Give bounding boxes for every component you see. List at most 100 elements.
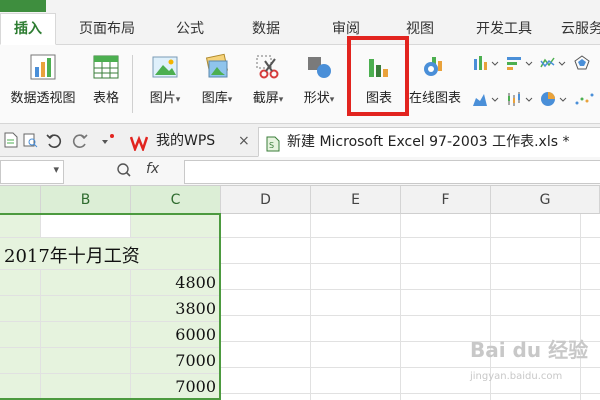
tab-my-wps[interactable]: 我的WPS × bbox=[124, 127, 256, 155]
tab-formulas[interactable]: 公式 bbox=[160, 14, 220, 44]
close-icon[interactable]: × bbox=[238, 127, 250, 155]
chevron-down-icon: ▾ bbox=[175, 95, 181, 105]
cell[interactable] bbox=[0, 214, 41, 238]
cell[interactable] bbox=[0, 296, 41, 322]
tab-review[interactable]: 审阅 bbox=[316, 14, 376, 44]
table-label: 表格 bbox=[92, 91, 119, 106]
gallery-icon bbox=[202, 53, 232, 81]
title-cell[interactable]: 2017年十月工资 bbox=[0, 238, 221, 270]
file-icon[interactable] bbox=[4, 132, 18, 152]
watermark: Bai du 经验 jingyan.baidu.com bbox=[470, 334, 590, 394]
screenshot-button[interactable]: 截屏▾ bbox=[245, 53, 291, 106]
chevron-down-icon: ▾ bbox=[227, 95, 233, 105]
tab-workbook[interactable]: S 新建 Microsoft Excel 97-2003 工作表.xls * bbox=[258, 127, 600, 157]
undo-icon[interactable] bbox=[46, 132, 62, 152]
chart-button[interactable]: 图表 bbox=[356, 53, 402, 106]
column-chart-dropdown[interactable] bbox=[472, 55, 502, 75]
radar-chart-dropdown[interactable] bbox=[574, 55, 600, 75]
line-chart-dropdown[interactable] bbox=[540, 55, 570, 75]
watermark-text: Bai du 经验 bbox=[470, 338, 589, 362]
workbook-tab-label: 新建 Microsoft Excel 97-2003 工作表.xls * bbox=[287, 134, 570, 150]
zoom-function-icon[interactable] bbox=[116, 162, 132, 182]
column-header-g[interactable]: G bbox=[491, 186, 600, 214]
pivot-chart-button[interactable]: 数据透视图 bbox=[4, 53, 82, 106]
gallery-label: 图库 bbox=[201, 91, 228, 106]
ribbon-insert-panel: 数据透视图 表格 图片▾ 图库▾ 截屏▾ 形状▾ 图表 在线图表 bbox=[0, 45, 600, 124]
picture-icon bbox=[150, 53, 180, 81]
online-chart-icon bbox=[420, 53, 450, 81]
bar-chart-dropdown[interactable] bbox=[506, 55, 536, 75]
column-header-f[interactable]: F bbox=[401, 186, 491, 214]
print-preview-icon[interactable] bbox=[22, 132, 38, 152]
scissors-icon bbox=[253, 53, 283, 81]
column-header-b[interactable]: B bbox=[41, 186, 131, 214]
app-title-strip bbox=[0, 0, 46, 12]
tab-view[interactable]: 视图 bbox=[390, 14, 450, 44]
picture-button[interactable]: 图片▾ bbox=[142, 53, 188, 106]
tab-insert[interactable]: 插入 bbox=[0, 13, 56, 45]
column-header-d[interactable]: D bbox=[221, 186, 311, 214]
cell[interactable] bbox=[41, 322, 131, 348]
tab-cloud[interactable]: 云服务 bbox=[552, 14, 600, 44]
shapes-button[interactable]: 形状▾ bbox=[296, 53, 342, 106]
scatter-chart-dropdown[interactable] bbox=[574, 91, 600, 111]
stock-chart-dropdown[interactable] bbox=[506, 91, 536, 111]
formula-bar: ▾ fx bbox=[0, 157, 600, 186]
customize-toolbar-icon[interactable] bbox=[100, 132, 114, 152]
shapes-label: 形状 bbox=[303, 91, 330, 106]
cell[interactable] bbox=[41, 348, 131, 374]
cell[interactable] bbox=[131, 214, 221, 238]
chart-label: 图表 bbox=[365, 91, 392, 106]
ribbon-tab-strip: 插入 页面布局 公式 数据 审阅 视图 开发工具 云服务 bbox=[0, 0, 600, 45]
bar-chart-icon bbox=[364, 53, 394, 81]
pie-chart-icon bbox=[541, 92, 567, 106]
cell[interactable] bbox=[41, 270, 131, 296]
horizontal-bar-icon bbox=[507, 57, 533, 70]
column-header-c[interactable]: C bbox=[131, 186, 221, 214]
column-header-a[interactable] bbox=[0, 186, 41, 214]
pivot-chart-icon bbox=[28, 53, 58, 81]
table-button[interactable]: 表格 bbox=[88, 53, 124, 106]
value-cell[interactable]: 7000 bbox=[131, 374, 221, 400]
value-cell[interactable]: 6000 bbox=[131, 322, 221, 348]
cell[interactable] bbox=[41, 374, 131, 400]
ribbon-divider bbox=[132, 55, 133, 113]
svg-text:S: S bbox=[269, 141, 274, 150]
picture-label: 图片 bbox=[149, 91, 176, 106]
cell[interactable] bbox=[41, 296, 131, 322]
screenshot-label: 截屏 bbox=[252, 91, 279, 106]
tab-developer[interactable]: 开发工具 bbox=[464, 14, 544, 44]
redo-icon[interactable] bbox=[72, 132, 88, 152]
scatter-chart-icon bbox=[575, 93, 594, 105]
cell[interactable] bbox=[0, 270, 41, 296]
gallery-button[interactable]: 图库▾ bbox=[194, 53, 240, 106]
tab-data[interactable]: 数据 bbox=[236, 14, 296, 44]
insert-function-button[interactable]: fx bbox=[146, 161, 159, 177]
chevron-down-icon[interactable]: ▾ bbox=[53, 163, 59, 176]
tab-page-layout[interactable]: 页面布局 bbox=[64, 14, 150, 44]
value-cell[interactable]: 7000 bbox=[131, 348, 221, 374]
pie-chart-dropdown[interactable] bbox=[540, 91, 570, 111]
my-wps-label: 我的WPS bbox=[156, 133, 216, 149]
shapes-icon bbox=[304, 53, 334, 81]
radar-chart-icon bbox=[574, 55, 590, 70]
area-chart-icon bbox=[473, 94, 499, 106]
watermark-subtext: jingyan.baidu.com bbox=[470, 371, 563, 382]
online-chart-button[interactable]: 在线图表 bbox=[402, 53, 468, 106]
cell[interactable] bbox=[0, 348, 41, 374]
name-box[interactable]: ▾ bbox=[0, 160, 64, 184]
online-chart-label: 在线图表 bbox=[408, 91, 461, 106]
formula-input[interactable] bbox=[184, 160, 600, 184]
cell[interactable] bbox=[41, 214, 131, 238]
chevron-down-icon: ▾ bbox=[278, 95, 284, 105]
area-chart-dropdown[interactable] bbox=[472, 91, 502, 111]
column-header-e[interactable]: E bbox=[311, 186, 401, 214]
value-cell[interactable]: 4800 bbox=[131, 270, 221, 296]
column-chart-icon bbox=[474, 56, 499, 70]
chevron-down-icon: ▾ bbox=[329, 95, 335, 105]
cell[interactable] bbox=[0, 322, 41, 348]
stock-chart-icon bbox=[508, 92, 533, 106]
table-icon bbox=[91, 53, 121, 81]
value-cell[interactable]: 3800 bbox=[131, 296, 221, 322]
cell[interactable] bbox=[0, 374, 41, 400]
